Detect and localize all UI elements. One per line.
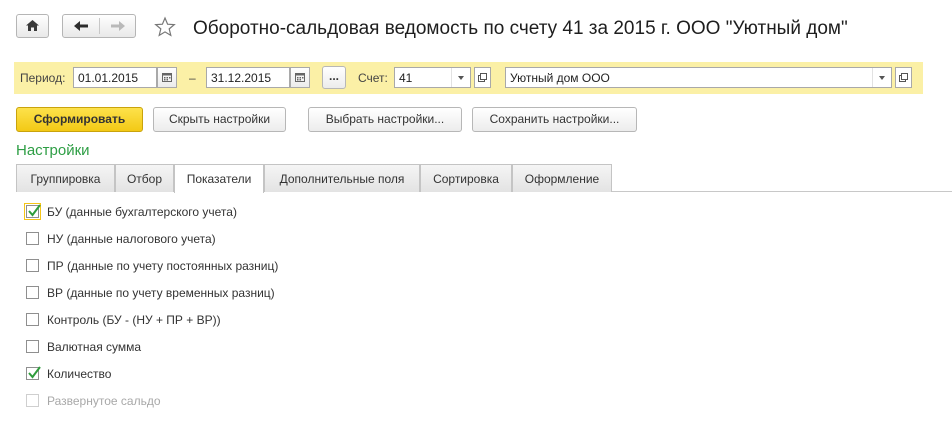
account-open-button[interactable] [474, 67, 491, 88]
checkbox[interactable] [24, 203, 41, 220]
indicator-label: Валютная сумма [47, 340, 142, 354]
generate-report-button[interactable]: Сформировать [16, 107, 143, 132]
home-icon [26, 20, 39, 31]
favorite-star-button[interactable] [153, 16, 177, 38]
checkbox[interactable] [26, 340, 39, 353]
organization-select[interactable]: Уютный дом ООО [505, 67, 892, 88]
tab-filter[interactable]: Отбор [115, 164, 174, 192]
tab-appearance[interactable]: Оформление [512, 164, 612, 192]
period-from-field[interactable]: 01.01.2015 [73, 67, 157, 88]
checkmark-icon [28, 204, 41, 217]
save-settings-button[interactable]: Сохранить настройки... [472, 107, 637, 132]
indicator-label: ПР (данные по учету постоянных разниц) [47, 259, 279, 273]
open-window-icon [899, 73, 908, 82]
period-label: Период: [20, 71, 66, 85]
home-button[interactable] [16, 14, 49, 38]
tab-grouping[interactable]: Группировка [16, 164, 115, 192]
open-window-icon [478, 73, 487, 82]
indicator-label: Контроль (БУ - (НУ + ПР + ВР)) [47, 313, 221, 327]
checkbox[interactable] [26, 313, 39, 326]
choose-settings-button[interactable]: Выбрать настройки... [308, 107, 462, 132]
checkbox[interactable] [26, 259, 39, 272]
period-from-calendar-button[interactable] [157, 67, 177, 88]
period-to-calendar-button[interactable] [290, 67, 310, 88]
checkbox[interactable] [26, 286, 39, 299]
indicator-label: Количество [47, 367, 112, 381]
arrow-right-icon [111, 21, 125, 31]
indicator-label: Развернутое сальдо [47, 394, 161, 408]
organization-value: Уютный дом ООО [510, 71, 610, 85]
account-label: Счет: [358, 71, 388, 85]
page-title: Оборотно-сальдовая ведомость по счету 41… [193, 18, 848, 39]
tab-sorting[interactable]: Сортировка [420, 164, 512, 192]
chevron-down-icon[interactable] [872, 68, 891, 87]
tab-indicators[interactable]: Показатели [174, 164, 264, 193]
hide-settings-button[interactable]: Скрыть настройки [153, 107, 286, 132]
account-value: 41 [399, 71, 413, 85]
choose-period-button[interactable]: ... [322, 66, 346, 89]
indicator-label: ВР (данные по учету временных разниц) [47, 286, 275, 300]
checkbox[interactable] [26, 232, 39, 245]
calendar-icon [295, 73, 305, 82]
organization-open-button[interactable] [895, 67, 912, 88]
arrow-left-icon [74, 21, 88, 31]
forward-button[interactable] [100, 15, 136, 37]
calendar-icon [162, 73, 172, 82]
chevron-down-icon[interactable] [451, 68, 470, 87]
period-to-field[interactable]: 31.12.2015 [206, 67, 290, 88]
checkbox [26, 394, 39, 407]
back-button[interactable] [63, 15, 99, 37]
indicator-label: НУ (данные налогового учета) [47, 232, 216, 246]
history-nav-group [62, 14, 136, 38]
account-select[interactable]: 41 [394, 67, 471, 88]
star-icon [154, 16, 176, 37]
checkbox[interactable] [26, 366, 41, 380]
settings-section-title: Настройки [16, 142, 90, 159]
checkmark-icon [28, 366, 41, 379]
period-dash: – [189, 71, 196, 85]
tab-additional-fields[interactable]: Дополнительные поля [264, 164, 420, 192]
indicator-label: БУ (данные бухгалтерского учета) [47, 205, 237, 219]
